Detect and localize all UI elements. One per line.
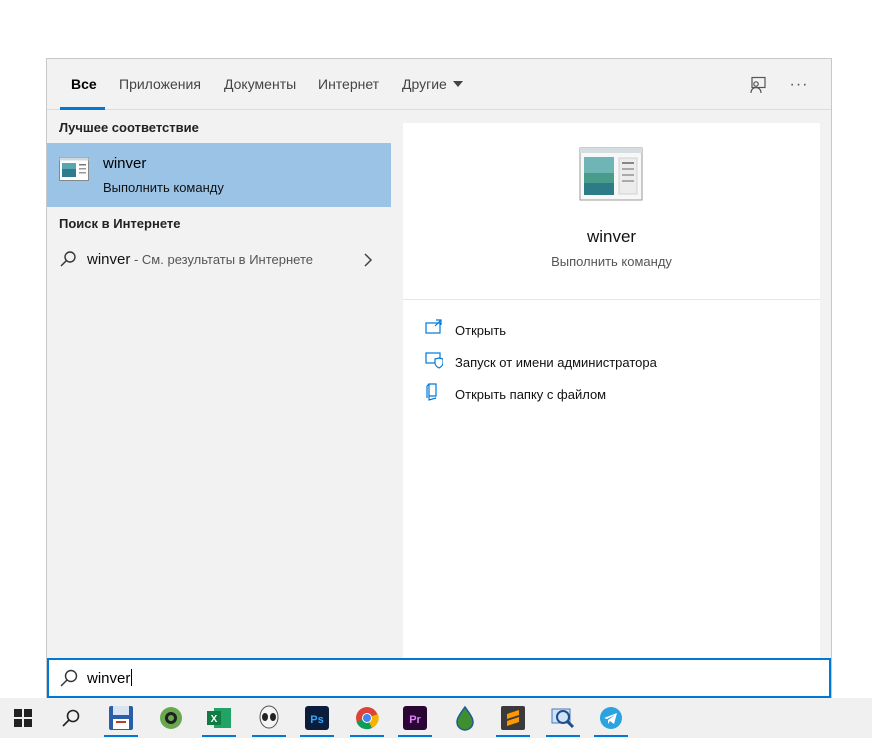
taskbar-app-droplet[interactable] [442,698,488,738]
running-indicator [202,735,236,737]
svg-text:X: X [211,714,218,725]
taskbar-app-alien[interactable] [246,698,292,738]
web-query: winver [87,251,131,268]
tab-other[interactable]: Другие [402,76,463,110]
preview-pane: winver Выполнить команду Открыть Запуск … [403,123,820,659]
start-button[interactable] [0,698,46,738]
search-window: Все Приложения Документы Интернет Другие… [46,58,832,698]
taskbar-app-magnifier[interactable] [540,698,586,738]
open-folder-icon [426,383,437,401]
taskbar-app-excel[interactable]: X [196,698,242,738]
chevron-down-icon [452,81,463,87]
taskbar-app-premiere[interactable]: Pr [392,698,438,738]
tab-other-label: Другие [402,76,447,92]
tab-internet[interactable]: Интернет [318,76,379,110]
search-icon [62,709,80,727]
running-indicator [300,735,334,737]
telegram-icon [600,707,622,729]
svg-text:Ps: Ps [310,714,323,726]
web-search-result[interactable]: winver - См. результаты в Интернете [47,245,391,277]
taskbar-app-photoshop[interactable]: Ps [294,698,340,738]
tab-documents[interactable]: Документы [224,76,296,110]
winver-app-icon [59,157,89,181]
alien-app-icon [259,705,279,729]
tab-all[interactable]: Все [71,76,97,110]
divider [403,299,820,300]
running-indicator [252,735,286,737]
sublime-text-icon [501,706,525,730]
premiere-icon: Pr [403,706,427,730]
preview-title: winver [586,227,637,246]
best-match-subtitle: Выполнить команду [103,180,224,195]
search-icon [60,669,78,687]
running-indicator [496,735,530,737]
tab-apps[interactable]: Приложения [119,76,201,110]
best-match-heading: Лучшее соответствие [59,120,199,135]
chevron-right-icon [364,253,373,267]
floppy-disk-icon [109,706,133,730]
taskbar-search-button[interactable] [48,698,94,738]
text-cursor [131,669,133,686]
search-icon [60,251,76,267]
results-pane: Лучшее соответствие winver Выполнить ком… [47,111,391,659]
feedback-icon [750,76,766,94]
run-as-admin-label: Запуск от имени администратора [455,355,657,370]
taskbar-app-floppy[interactable] [98,698,144,738]
photoshop-icon: Ps [305,706,329,730]
feedback-button[interactable] [743,71,773,99]
windows-logo-icon [14,709,32,727]
excel-icon: X [207,708,231,728]
chrome-icon [356,707,379,730]
taskbar-app-chrome[interactable] [344,698,390,738]
tab-bar: Все Приложения Документы Интернет Другие… [47,59,831,110]
open-label: Открыть [455,323,507,338]
more-options-button[interactable]: ··· [784,71,814,99]
web-hint: - См. результаты в Интернете [130,252,313,267]
magnifier-app-icon [551,708,575,729]
running-indicator [546,735,580,737]
running-indicator [594,735,628,737]
open-action[interactable]: Открыть [425,319,805,343]
best-match-name: winver [103,155,147,172]
open-file-location-action[interactable]: Открыть папку с файлом [425,383,805,407]
taskbar-app-sublime[interactable] [490,698,536,738]
web-search-heading: Поиск в Интернете [59,216,181,231]
recycle-app-icon [160,707,182,729]
search-input-value: winver [87,670,131,687]
running-indicator [104,735,138,737]
running-indicator [398,735,432,737]
preview-subtitle: Выполнить команду [551,254,672,269]
active-tab-indicator [60,107,105,110]
run-as-admin-icon [425,352,443,369]
taskbar-app-recycle[interactable] [148,698,194,738]
taskbar: X Ps Pr [0,698,872,738]
best-match-result[interactable]: winver Выполнить команду [47,143,391,207]
droplet-app-icon [456,705,474,731]
open-icon [425,319,442,334]
running-indicator [350,735,384,737]
svg-text:Pr: Pr [409,714,421,726]
open-file-location-label: Открыть папку с файлом [455,387,607,402]
taskbar-app-telegram[interactable] [588,698,634,738]
winver-app-icon [579,147,643,201]
run-as-admin-action[interactable]: Запуск от имени администратора [425,351,805,375]
search-input[interactable]: winver [47,658,831,698]
